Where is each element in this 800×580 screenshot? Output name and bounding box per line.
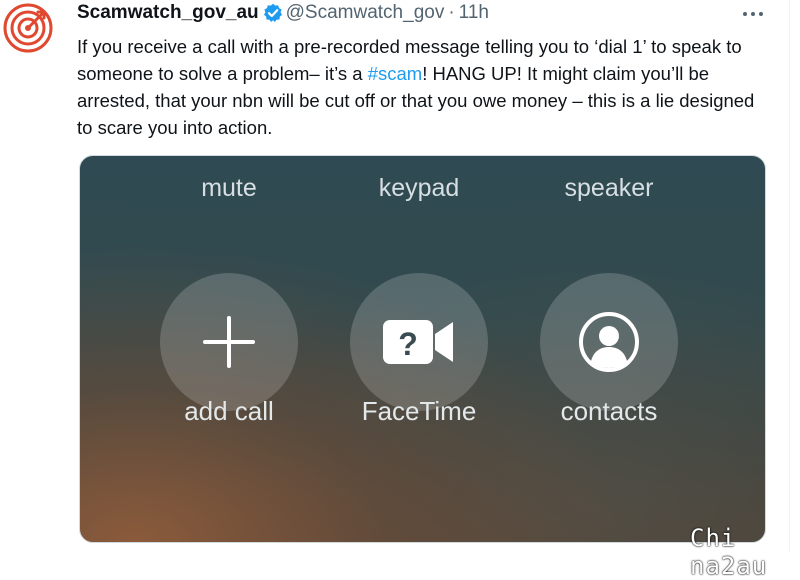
column-divider: [789, 0, 790, 551]
contact-person-icon: [579, 312, 639, 372]
add-call-button: [160, 273, 298, 411]
tweet-text: If you receive a call with a pre-recorde…: [77, 33, 767, 141]
more-options-icon[interactable]: [738, 8, 768, 20]
facetime-question-icon: ?: [383, 320, 453, 364]
facetime-button: ?: [350, 273, 488, 411]
plus-icon: [203, 316, 255, 368]
hashtag-link[interactable]: #scam: [368, 63, 423, 84]
verified-badge-icon: [263, 3, 283, 23]
contacts-button: [540, 273, 678, 411]
user-handle[interactable]: @Scamwatch_gov: [286, 2, 445, 24]
add-call-label: add call: [184, 396, 274, 426]
svg-text:?: ?: [398, 326, 418, 362]
tweet-timestamp[interactable]: 11h: [459, 2, 489, 24]
separator-dot: ·: [448, 2, 455, 23]
tweet-header: Scamwatch_gov_au @Scamwatch_gov · 11h: [77, 0, 489, 26]
display-name[interactable]: Scamwatch_gov_au: [77, 2, 259, 24]
avatar[interactable]: [2, 2, 54, 54]
target-logo-icon: [3, 3, 53, 53]
contacts-label: contacts: [560, 396, 658, 426]
keypad-label: keypad: [378, 174, 460, 202]
mute-label: mute: [201, 174, 257, 202]
facetime-label: FaceTime: [361, 396, 477, 426]
speaker-label: speaker: [564, 174, 654, 202]
watermark-text: Chi na2au: [690, 524, 768, 580]
attached-image[interactable]: mute keypad speaker ? add call FaceTime …: [79, 155, 766, 543]
